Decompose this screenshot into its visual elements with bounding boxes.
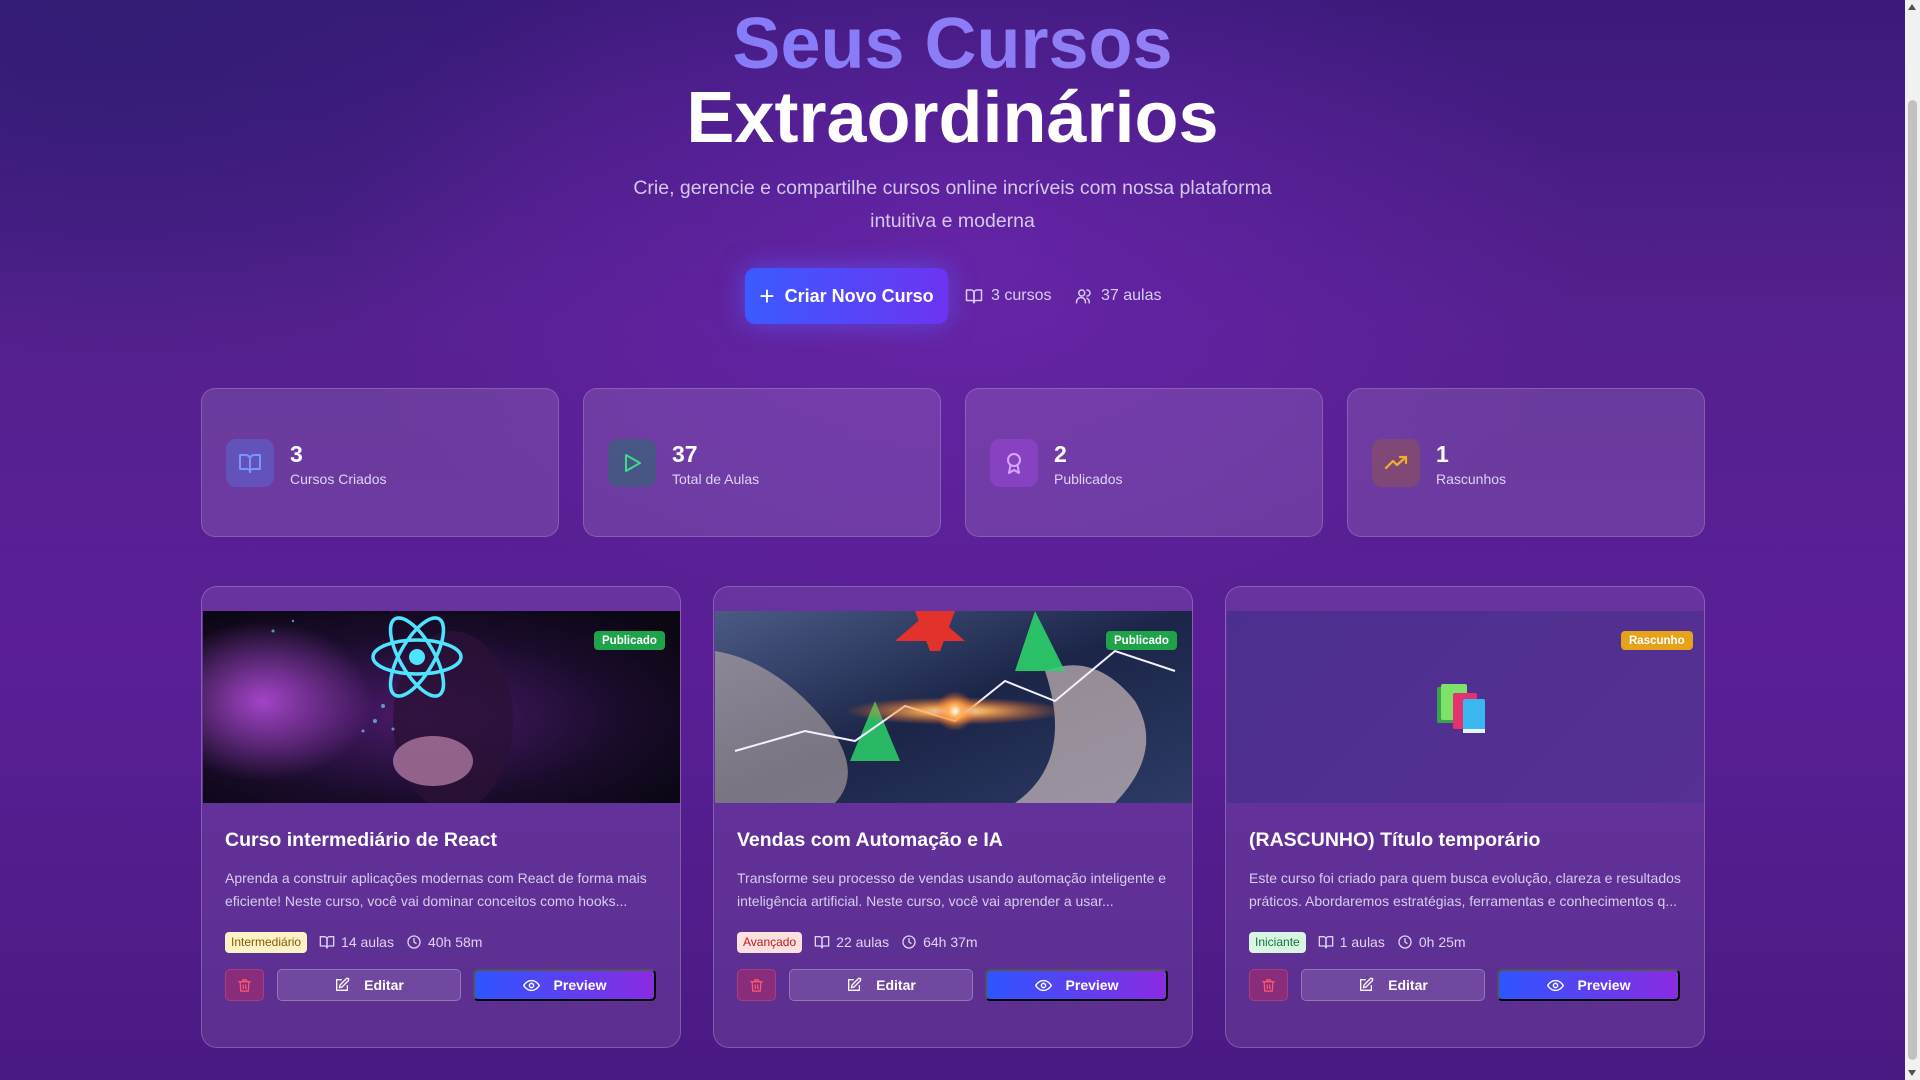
hero-subtitle: Crie, gerencie e compartilhe cursos onli…	[633, 177, 1272, 232]
status-badge: Publicado	[1106, 631, 1177, 650]
duration-label: 40h 58m	[427, 934, 483, 950]
stat-card-lessons: 37 Total de Aulas	[583, 388, 941, 537]
preview-label: Preview	[553, 977, 607, 993]
page: Seus Cursos Extraordinários Crie, gerenc…	[0, 0, 1905, 1080]
delete-button[interactable]	[1249, 969, 1288, 1001]
lessons-chip: 1 aulas	[1318, 934, 1385, 950]
course-title[interactable]: Curso intermediário de React	[225, 829, 497, 852]
cta-row: + Criar Novo Curso 3 cursos 37 aulas	[0, 268, 1905, 324]
stat-label: Publicados	[1054, 471, 1123, 487]
course-actions: Editar Preview	[225, 969, 656, 1001]
eye-icon	[1034, 979, 1052, 991]
stat-value: 2	[1054, 441, 1067, 467]
award-icon	[990, 439, 1038, 487]
status-badge: Publicado	[594, 631, 665, 650]
create-course-button[interactable]: + Criar Novo Curso	[745, 268, 948, 324]
lessons-label: 14 aulas	[341, 934, 394, 950]
stat-card-published: 2 Publicados	[965, 388, 1323, 537]
eye-icon	[522, 979, 540, 991]
course-meta: Avançado 22 aulas 64h 37m	[737, 930, 978, 954]
preview-label: Preview	[1065, 977, 1119, 993]
clock-icon	[407, 935, 421, 949]
preview-button[interactable]: Preview	[473, 969, 656, 1001]
book-open-icon	[965, 289, 983, 304]
preview-button[interactable]: Preview	[985, 969, 1168, 1001]
clock-icon	[1398, 935, 1412, 949]
level-tag: Intermediário	[225, 931, 308, 953]
trash-icon	[1262, 978, 1275, 992]
duration-label: 64h 37m	[923, 934, 978, 950]
plus-icon: +	[759, 281, 775, 311]
clock-icon	[902, 935, 916, 949]
course-actions: Editar Preview	[1249, 969, 1680, 1001]
edit-label: Editar	[364, 977, 404, 993]
lessons-label: 1 aulas	[1339, 934, 1385, 950]
delete-button[interactable]	[737, 969, 776, 1001]
stat-value: 1	[1436, 441, 1449, 467]
course-description: Transforme seu processo de vendas usando…	[737, 870, 1167, 909]
edit-icon	[848, 977, 862, 991]
create-course-label: Criar Novo Curso	[784, 285, 934, 306]
hero-title-line2: Extraordinários	[686, 78, 1219, 158]
courses-count: 3 cursos	[965, 268, 1051, 324]
scroll-down-icon[interactable]	[1908, 1070, 1916, 1076]
book-open-icon	[226, 439, 274, 487]
stat-label: Total de Aulas	[672, 471, 760, 487]
course-title[interactable]: (RASCUNHO) Título temporário	[1249, 829, 1540, 852]
stat-label: Rascunhos	[1436, 471, 1507, 487]
delete-button[interactable]	[225, 969, 264, 1001]
book-open-icon	[319, 936, 335, 949]
course-description: Aprenda a construir aplicações modernas …	[225, 870, 647, 909]
trash-icon	[750, 978, 763, 992]
course-description: Este curso foi criado para quem busca ev…	[1249, 870, 1681, 909]
edit-label: Editar	[876, 977, 916, 993]
course-card[interactable]: Publicado Curso intermediário de React A…	[201, 586, 681, 1048]
course-meta: Intermediário 14 aulas 40h 58m	[225, 930, 482, 954]
level-tag: Avançado	[737, 931, 803, 953]
lessons-chip: 22 aulas	[814, 934, 889, 950]
lessons-count: 37 aulas	[1075, 268, 1162, 324]
lessons-count-label: 37 aulas	[1101, 287, 1162, 304]
eye-icon	[1546, 979, 1564, 991]
scroll-up-icon[interactable]	[1908, 4, 1916, 10]
trash-icon	[238, 978, 251, 992]
book-open-icon	[1318, 936, 1334, 949]
preview-button[interactable]: Preview	[1497, 969, 1680, 1001]
duration-chip: 0h 25m	[1397, 934, 1466, 950]
book-open-icon	[814, 936, 830, 949]
stat-label: Cursos Criados	[290, 471, 387, 487]
hero-title-line1: Seus Cursos	[0, 2, 1905, 86]
stat-value: 3	[290, 441, 303, 467]
course-meta: Iniciante 1 aulas 0h 25m	[1249, 930, 1466, 954]
duration-chip: 64h 37m	[901, 934, 978, 950]
scrollbar-thumb[interactable]	[1908, 100, 1917, 1060]
users-icon	[1075, 289, 1091, 304]
course-title[interactable]: Vendas com Automação e IA	[737, 829, 1003, 852]
course-card[interactable]: Publicado Vendas com Automação e IA Tran…	[713, 586, 1193, 1048]
edit-button[interactable]: Editar	[277, 969, 461, 1001]
edit-label: Editar	[1388, 977, 1428, 993]
edit-icon	[336, 977, 350, 991]
level-tag: Iniciante	[1249, 931, 1306, 953]
stat-value: 37	[672, 441, 698, 467]
status-badge: Rascunho	[1621, 631, 1693, 650]
courses-count-label: 3 cursos	[991, 287, 1052, 304]
duration-chip: 40h 58m	[406, 934, 482, 950]
course-actions: Editar Preview	[737, 969, 1168, 1001]
vertical-scrollbar[interactable]	[1905, 0, 1920, 1080]
duration-label: 0h 25m	[1418, 934, 1466, 950]
edit-icon	[1360, 977, 1374, 991]
trending-up-icon	[1372, 439, 1420, 487]
edit-button[interactable]: Editar	[789, 969, 973, 1001]
stat-card-drafts: 1 Rascunhos	[1347, 388, 1705, 537]
play-icon	[608, 439, 656, 487]
edit-button[interactable]: Editar	[1301, 969, 1485, 1001]
course-card[interactable]: Rascunho (RASCUNHO) Título temporário Es…	[1225, 586, 1705, 1048]
lessons-chip: 14 aulas	[319, 934, 394, 950]
preview-label: Preview	[1577, 977, 1631, 993]
lessons-label: 22 aulas	[836, 934, 890, 950]
stat-card-courses: 3 Cursos Criados	[201, 388, 559, 537]
